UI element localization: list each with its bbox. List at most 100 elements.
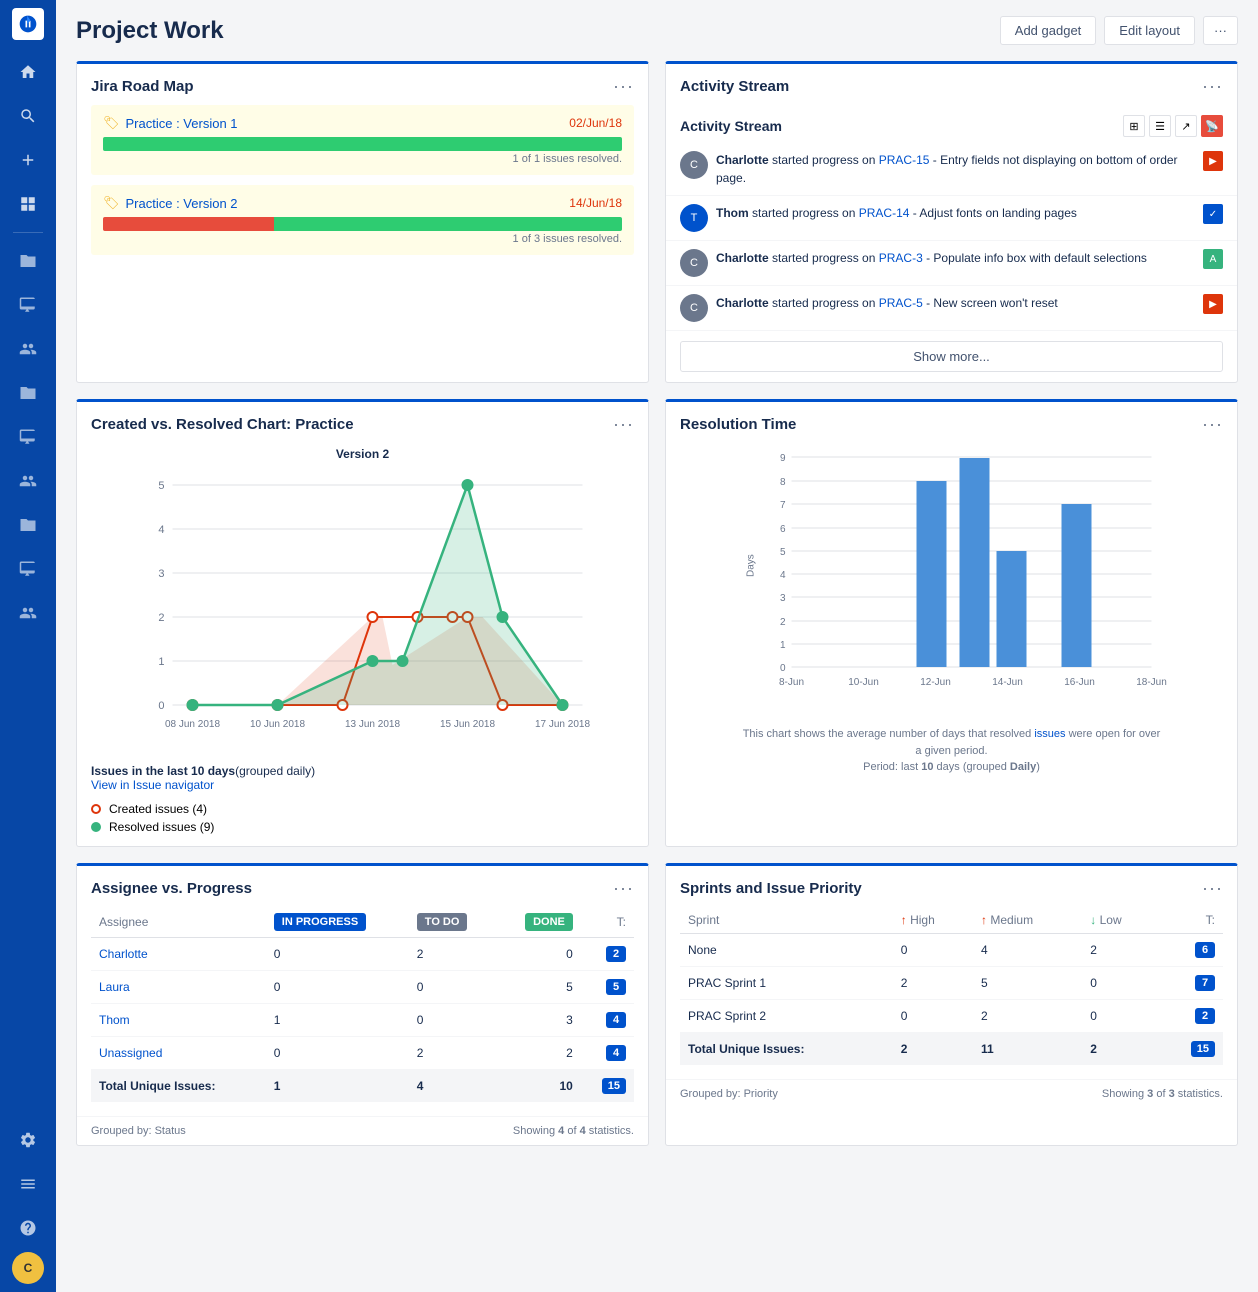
sidebar-icon-settings[interactable] <box>8 1120 48 1160</box>
ap-footer: Grouped by: Status Showing 4 of 4 statis… <box>77 1116 648 1145</box>
svg-text:17 Jun 2018: 17 Jun 2018 <box>535 719 590 730</box>
sidebar-icon-monitor2[interactable] <box>8 417 48 457</box>
svg-text:1: 1 <box>158 656 164 668</box>
activity-title: Activity Stream <box>680 78 789 95</box>
sp-footer: Grouped by: Priority Showing 3 of 3 stat… <box>666 1079 1237 1108</box>
activity-text-1: Thom started progress on PRAC-14 - Adjus… <box>716 204 1195 222</box>
show-more-button[interactable]: Show more... <box>680 341 1223 372</box>
rt-bar-14jun <box>997 551 1027 667</box>
cr-chart-area: Version 2 0 1 2 3 4 5 <box>77 443 648 760</box>
app-logo[interactable] <box>12 8 44 40</box>
roadmap-v1-date: 02/Jun/18 <box>569 116 622 130</box>
sp-row-none: None042 6 <box>680 934 1223 967</box>
rt-menu[interactable]: ··· <box>1202 414 1223 435</box>
rt-bar-13jun <box>960 458 990 667</box>
sidebar-icon-hamburger[interactable] <box>8 1164 48 1204</box>
ap-title: Assignee vs. Progress <box>91 880 252 897</box>
ap-row-laura: Laura 005 5 <box>91 971 634 1004</box>
svg-text:16-Jun: 16-Jun <box>1064 677 1095 688</box>
sidebar-icon-folder2[interactable] <box>8 373 48 413</box>
activity-badge-1: ✓ <box>1203 204 1223 224</box>
ap-charlotte-link[interactable]: Charlotte <box>99 947 148 961</box>
sidebar-icon-help[interactable] <box>8 1208 48 1248</box>
sidebar-icon-people2[interactable] <box>8 461 48 501</box>
sidebar-icon-folder3[interactable] <box>8 505 48 545</box>
roadmap-body: 🏷 Practice : Version 1 02/Jun/18 1 of 1 … <box>77 105 648 279</box>
cr-navigator-link[interactable]: View in Issue navigator <box>91 778 214 792</box>
edit-layout-button[interactable]: Edit layout <box>1104 16 1195 45</box>
activity-avatar-charlotte-3: C <box>680 294 708 322</box>
activity-text-2: Charlotte started progress on PRAC-3 - P… <box>716 249 1195 267</box>
activity-icon-grid[interactable]: ⊞ <box>1123 115 1145 137</box>
sidebar-icon-people3[interactable] <box>8 593 48 633</box>
rt-header: Resolution Time ··· <box>666 402 1237 443</box>
cr-menu[interactable]: ··· <box>613 414 634 435</box>
ap-row-charlotte: Charlotte 020 2 <box>91 938 634 971</box>
ap-unassigned-link[interactable]: Unassigned <box>99 1046 162 1060</box>
sidebar-icon-folder1[interactable] <box>8 241 48 281</box>
sidebar-icon-monitor1[interactable] <box>8 285 48 325</box>
svg-text:0: 0 <box>780 663 786 674</box>
svg-text:8-Jun: 8-Jun <box>779 677 804 688</box>
svg-text:2: 2 <box>780 617 786 628</box>
dashboard-grid: Jira Road Map ··· 🏷 Practice : Version 1… <box>76 61 1238 1146</box>
activity-item-3: C Charlotte started progress on PRAC-5 -… <box>666 286 1237 331</box>
sidebar-icon-people1[interactable] <box>8 329 48 369</box>
activity-menu[interactable]: ··· <box>1202 76 1223 97</box>
svg-text:8: 8 <box>780 477 786 488</box>
sidebar-icon-home[interactable] <box>8 52 48 92</box>
cr-chart-svg: 0 1 2 3 4 5 08 Jun 2018 10 Jun 2018 13 J… <box>91 465 634 745</box>
sp-row-sprint1: PRAC Sprint 1250 7 <box>680 967 1223 1000</box>
activity-issue-link-2[interactable]: PRAC-3 <box>879 251 923 265</box>
sp-body: Sprint ↑ High ↑ Medium ↓ Low T: <box>666 907 1237 1079</box>
sp-col-high: ↑ High <box>893 907 973 934</box>
created-resolved-gadget: Created vs. Resolved Chart: Practice ···… <box>76 399 649 847</box>
ap-table: Assignee IN PROGRESS TO DO DONE T: Charl… <box>91 907 634 1102</box>
activity-issue-link-0[interactable]: PRAC-15 <box>879 153 930 167</box>
more-options-button[interactable]: ··· <box>1203 16 1238 45</box>
activity-text-0: Charlotte started progress on PRAC-15 - … <box>716 151 1195 187</box>
sp-row-sprint2: PRAC Sprint 2020 2 <box>680 1000 1223 1033</box>
sp-col-low: ↓ Low <box>1082 907 1158 934</box>
sp-footer-right: Showing 3 of 3 statistics. <box>1102 1088 1223 1100</box>
ap-row-thom: Thom 103 4 <box>91 1004 634 1037</box>
sidebar-icon-create[interactable] <box>8 140 48 180</box>
ap-menu[interactable]: ··· <box>613 878 634 899</box>
svg-text:13 Jun 2018: 13 Jun 2018 <box>345 719 400 730</box>
sp-menu[interactable]: ··· <box>1202 878 1223 899</box>
sidebar-icon-search[interactable] <box>8 96 48 136</box>
activity-issue-link-3[interactable]: PRAC-5 <box>879 296 923 310</box>
sidebar-icon-boards[interactable] <box>8 184 48 224</box>
cr-info: Issues in the last 10 days(grouped daily… <box>77 760 648 796</box>
roadmap-title: Jira Road Map <box>91 78 194 95</box>
add-gadget-button[interactable]: Add gadget <box>1000 16 1097 45</box>
user-avatar[interactable]: C <box>12 1252 44 1284</box>
svg-text:14-Jun: 14-Jun <box>992 677 1023 688</box>
ap-laura-link[interactable]: Laura <box>99 980 130 994</box>
rt-chart-svg: Days 0 1 2 3 <box>680 447 1223 707</box>
roadmap-v1-link[interactable]: Practice : Version 1 <box>126 116 238 131</box>
activity-icon-export[interactable]: ↗ <box>1175 115 1197 137</box>
roadmap-menu[interactable]: ··· <box>613 76 634 97</box>
sp-col-medium: ↑ Medium <box>973 907 1082 934</box>
ap-thom-link[interactable]: Thom <box>99 1013 130 1027</box>
svg-text:10 Jun 2018: 10 Jun 2018 <box>250 719 305 730</box>
sidebar-icon-monitor3[interactable] <box>8 549 48 589</box>
svg-text:10-Jun: 10-Jun <box>848 677 879 688</box>
ap-total-row: Total Unique Issues: 1410 15 <box>91 1070 634 1103</box>
activity-icon-rss[interactable]: 📡 <box>1201 115 1223 137</box>
rt-issues-link[interactable]: issues <box>1034 728 1065 740</box>
roadmap-item-v1: 🏷 Practice : Version 1 02/Jun/18 1 of 1 … <box>91 105 634 175</box>
activity-issue-link-1[interactable]: PRAC-14 <box>859 206 910 220</box>
ap-col-assignee: Assignee <box>91 907 266 938</box>
roadmap-v2-link[interactable]: Practice : Version 2 <box>126 196 238 211</box>
page-title: Project Work <box>76 17 224 45</box>
ap-header: Assignee vs. Progress ··· <box>77 866 648 907</box>
resolution-time-gadget: Resolution Time ··· Days <box>665 399 1238 847</box>
svg-text:6: 6 <box>780 524 786 535</box>
sp-col-sprint: Sprint <box>680 907 893 934</box>
activity-badge-2: A <box>1203 249 1223 269</box>
ap-table-header: Assignee IN PROGRESS TO DO DONE T: <box>91 907 634 938</box>
sp-table: Sprint ↑ High ↑ Medium ↓ Low T: <box>680 907 1223 1065</box>
activity-icon-list[interactable]: ☰ <box>1149 115 1171 137</box>
